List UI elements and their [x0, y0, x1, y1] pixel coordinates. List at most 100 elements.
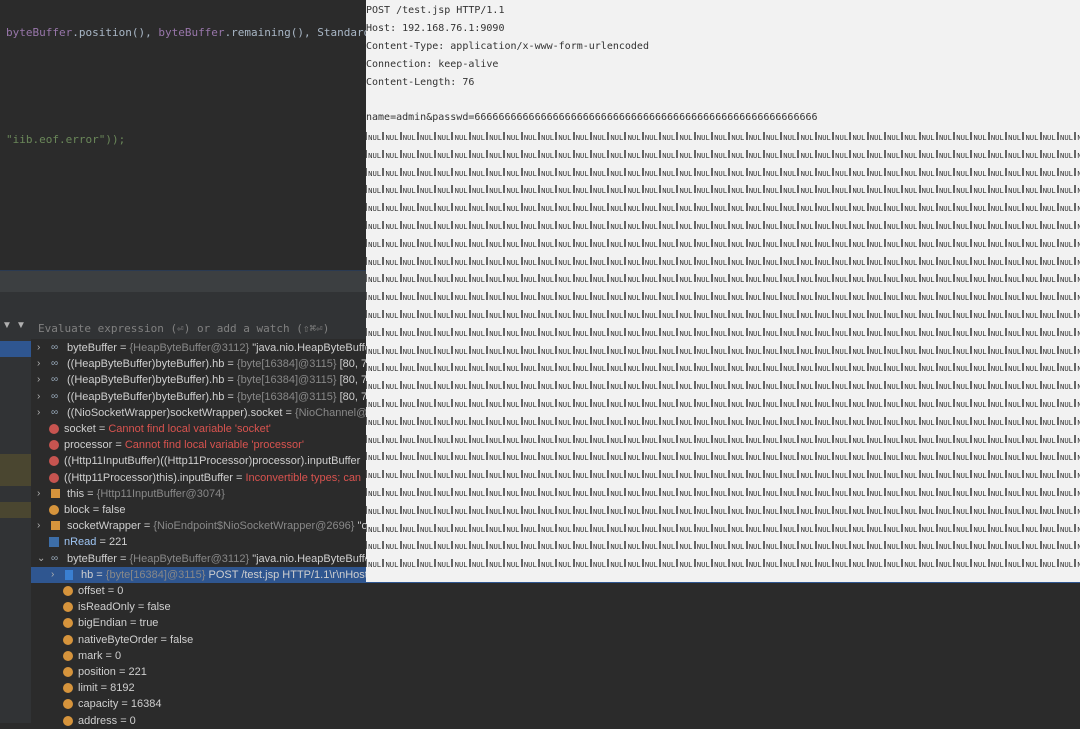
nul-byte: NUL	[677, 327, 695, 336]
nul-byte: NUL	[833, 470, 851, 479]
nul-byte: NUL	[798, 292, 816, 301]
nul-byte: NUL	[833, 238, 851, 247]
variable-name: byteBuffer	[67, 552, 117, 565]
nul-byte: NUL	[608, 416, 626, 425]
variable-row[interactable]: › ∞ ((HeapByteBuffer)byteBuffer).hb = {byt…	[31, 356, 366, 372]
nul-byte: NUL	[746, 541, 764, 550]
variable-row[interactable]: address = 0	[31, 713, 366, 729]
nul-byte: NUL	[642, 274, 661, 283]
variable-equals: = false	[134, 601, 171, 614]
nul-byte: NUL	[988, 167, 1006, 176]
variable-equals: = 221	[115, 666, 147, 678]
variable-row[interactable]: › ∞ ((HeapByteBuffer)byteBuffer).hb = {byt…	[31, 372, 366, 388]
expand-arrow-icon[interactable]: ›	[37, 372, 40, 388]
nul-byte: NUL	[556, 310, 574, 318]
nul-byte: NUL	[677, 203, 695, 212]
nul-byte: NUL	[625, 399, 643, 407]
variable-row[interactable]: processor = Cannot find local variable '…	[31, 437, 366, 453]
nul-byte: NUL	[556, 132, 574, 140]
nul-byte: NUL	[435, 470, 453, 479]
nul-byte: NUL	[660, 185, 678, 194]
code-token: byteBuffer	[6, 26, 73, 39]
variable-row[interactable]: ((Http11Processor)this).inputBuffer = In…	[31, 470, 366, 486]
nul-byte: NUL	[504, 541, 522, 550]
nul-byte: NUL	[694, 434, 712, 443]
expand-arrow-icon[interactable]: ›	[37, 518, 40, 534]
nul-byte: NUL	[763, 167, 782, 176]
nul-byte: NUL	[815, 345, 834, 354]
variable-row[interactable]: limit = 8192	[31, 680, 366, 696]
variable-row[interactable]: › ∞ byteBuffer = {HeapByteBuffer@3112} "ja…	[31, 340, 366, 356]
nul-byte: NUL	[608, 559, 626, 568]
nul-byte: NUL	[452, 185, 470, 194]
variable-row[interactable]: nRead = 221	[31, 534, 366, 550]
request-header: Content-Type: application/x-www-form-url…	[366, 41, 649, 52]
variable-row[interactable]: ((Http11InputBuffer)((Http11Processor)pr…	[31, 453, 366, 469]
variable-row[interactable]: isReadOnly = false	[31, 599, 366, 615]
variable-name: ((HeapByteBuffer)byteBuffer).hb	[67, 358, 225, 371]
variable-row[interactable]: socket = Cannot find local variable 'soc…	[31, 421, 366, 437]
nul-byte: NUL	[694, 203, 712, 212]
nul-byte: NUL	[833, 221, 851, 229]
variable-row[interactable]: mark = 0	[31, 648, 366, 664]
collapse-arrow-icon[interactable]: ⌄	[37, 551, 45, 567]
nul-byte: NUL	[417, 327, 436, 336]
nul-byte: NUL	[1057, 541, 1076, 550]
variable-text: limit = 8192	[78, 680, 135, 696]
nul-byte: NUL	[694, 488, 712, 496]
dropdown-icon[interactable]: ▼	[16, 320, 26, 331]
variable-row[interactable]: position = 221	[31, 664, 366, 680]
nul-byte: NUL	[902, 452, 920, 461]
nul-byte: NUL	[711, 541, 730, 550]
nul-byte: NUL	[590, 523, 609, 532]
nul-byte: NUL	[469, 221, 488, 229]
field-icon	[63, 634, 73, 645]
nul-byte: NUL	[902, 416, 920, 425]
nul-byte: NUL	[435, 416, 453, 425]
nul-byte: NUL	[1057, 559, 1076, 568]
nul-byte: NUL	[521, 345, 539, 354]
variable-row[interactable]: › ∞ ((NioSocketWrapper)socketWrapper).sock…	[31, 405, 366, 421]
nul-byte: NUL	[469, 559, 488, 568]
nul-byte: NUL	[1005, 185, 1024, 194]
expand-arrow-icon[interactable]: ›	[51, 567, 54, 583]
nul-byte: NUL	[850, 363, 868, 372]
nul-byte: NUL	[971, 274, 989, 283]
expand-arrow-icon[interactable]: ›	[37, 389, 40, 405]
nul-byte-row: NUL NUL NUL NUL NUL NUL NUL NUL NUL NUL NUL NUL NUL N…	[366, 536, 1080, 550]
nul-byte: NUL	[417, 203, 436, 212]
nul-byte: NUL	[487, 505, 505, 514]
variable-row[interactable]: nativeByteOrder = false	[31, 632, 366, 648]
variable-name: processor	[64, 439, 113, 452]
request-line: POST /test.jsp HTTP/1.1	[366, 5, 505, 16]
variable-row[interactable]: › this = {Http11InputBuffer@3074}	[31, 486, 366, 502]
evaluate-expression-input[interactable]: Evaluate expression (⏎) or add a watch (…	[31, 318, 366, 339]
variable-row[interactable]: block = false	[31, 502, 366, 518]
variable-row[interactable]: offset = 0	[31, 583, 366, 599]
nul-byte: NUL	[660, 399, 678, 407]
variable-row[interactable]: capacity = 16384	[31, 696, 366, 712]
expand-arrow-icon[interactable]: ›	[37, 356, 40, 372]
variable-row[interactable]: › socketWrapper = {NioEndpoint$NioSocketW…	[31, 518, 366, 534]
panel-divider[interactable]	[0, 270, 366, 293]
variable-row[interactable]: ⌄ ∞ byteBuffer = {HeapByteBuffer@3112} "ja…	[31, 551, 366, 567]
variable-row[interactable]: bigEndian = true	[31, 615, 366, 631]
nul-byte: NUL	[487, 416, 505, 425]
nul-byte: NUL	[729, 345, 747, 354]
expand-arrow-icon[interactable]: ›	[37, 405, 40, 421]
nul-byte: NUL	[1023, 452, 1041, 461]
nul-byte: NUL	[383, 505, 401, 514]
nul-byte: NUL	[884, 559, 903, 568]
nul-byte-row: NUL NUL NUL NUL NUL NUL NUL NUL NUL NUL NUL NUL NUL N…	[366, 341, 1080, 354]
nul-byte: NUL	[521, 327, 539, 336]
code-editor[interactable]: byteBuffer.position(), byteBuffer.remain…	[0, 0, 384, 270]
variable-row[interactable]: › ∞ ((HeapByteBuffer)byteBuffer).hb = {byt…	[31, 389, 366, 405]
expand-arrow-icon[interactable]: ›	[37, 340, 40, 356]
expand-arrow-icon[interactable]: ›	[37, 486, 40, 502]
nul-byte: NUL	[798, 416, 816, 425]
nul-byte: NUL	[521, 523, 539, 532]
nul-byte: NUL	[954, 256, 972, 265]
nul-byte: NUL	[884, 256, 903, 265]
dropdown-icon[interactable]: ▼	[2, 320, 12, 331]
nul-byte: NUL	[1023, 505, 1041, 514]
